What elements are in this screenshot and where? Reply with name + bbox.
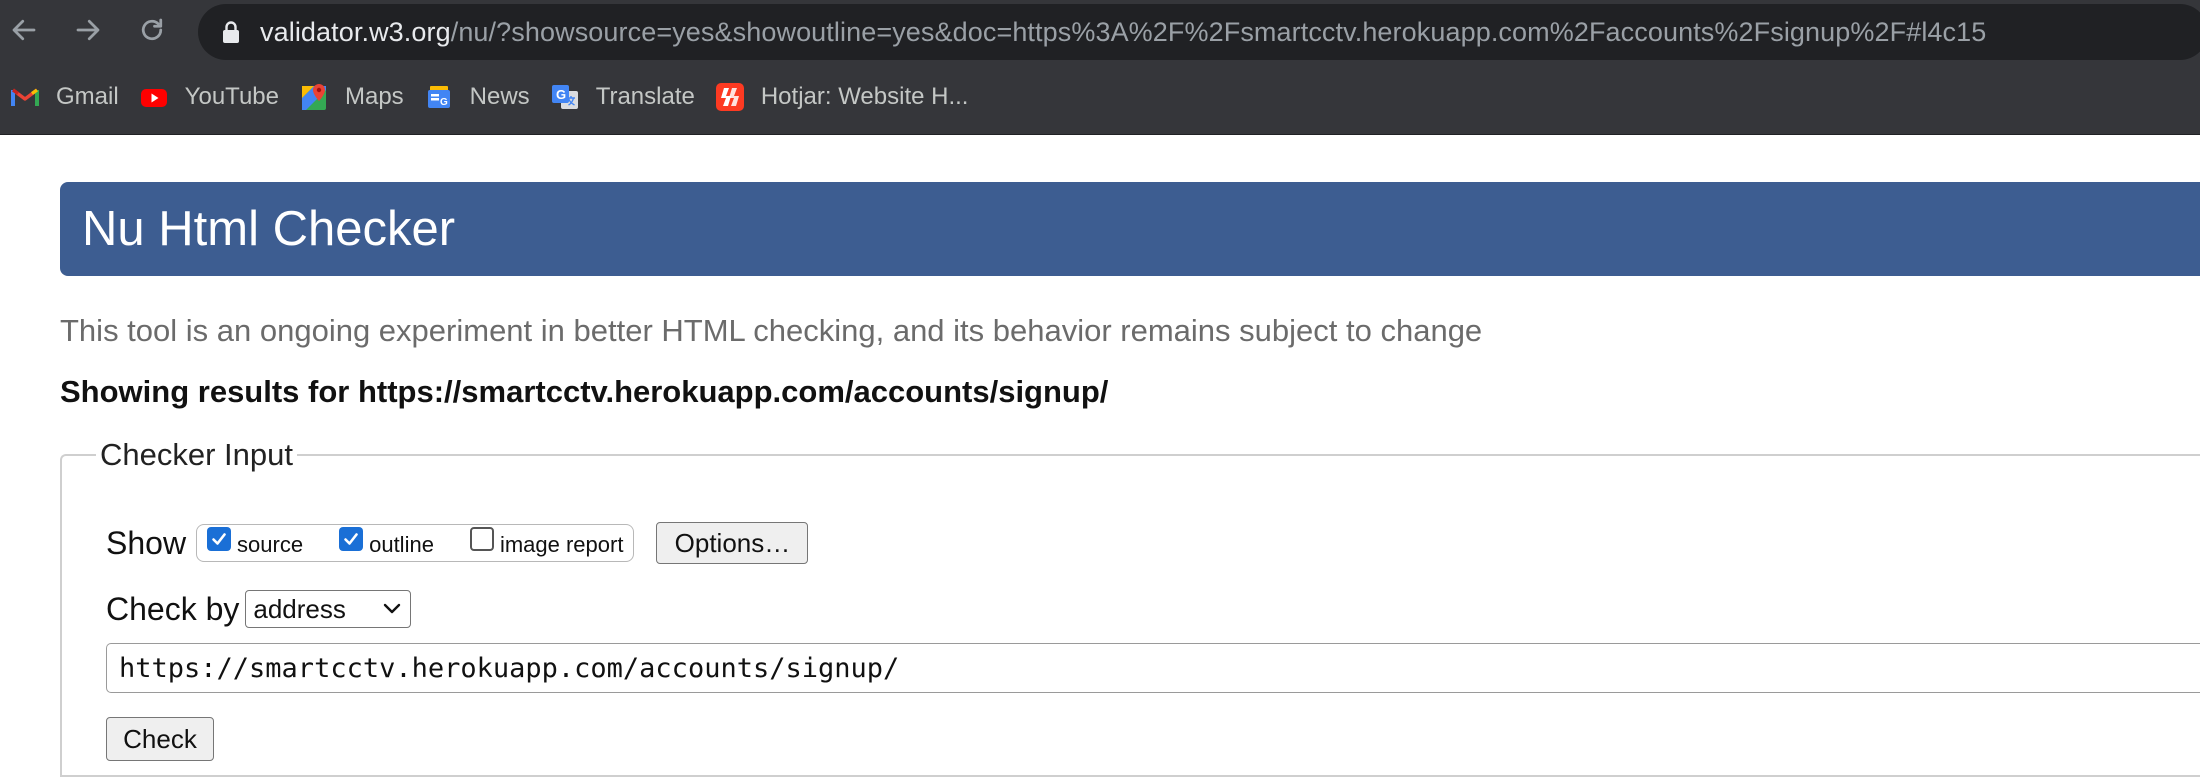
svg-text:G: G — [440, 97, 448, 108]
bookmark-label: Hotjar: Website H... — [760, 83, 969, 110]
check-by-label: Check by — [106, 590, 240, 627]
checkmark-icon — [212, 533, 226, 545]
reload-icon — [137, 15, 167, 50]
bookmark-label: Maps — [344, 83, 404, 110]
arrow-right-icon — [73, 15, 103, 50]
outline-checkbox[interactable] — [339, 527, 364, 551]
show-options-group: source outline image report — [196, 524, 635, 562]
options-button[interactable]: Options… — [656, 522, 809, 564]
check-by-selected-value: address — [253, 593, 346, 624]
bookmarks-bar: Gmail YouTube Maps G News G Translate Ho… — [0, 74, 978, 120]
checker-input-legend: Checker Input — [100, 437, 293, 472]
bookmark-gmail[interactable]: Gmail — [0, 74, 129, 120]
bookmark-maps[interactable]: Maps — [289, 74, 414, 120]
bookmark-news[interactable]: G News — [414, 74, 540, 120]
image-report-option-label: image report — [499, 532, 624, 557]
show-outline-option[interactable]: outline — [339, 527, 434, 557]
results-heading: Showing results for https://smartcctv.he… — [60, 374, 1109, 409]
youtube-icon — [139, 82, 169, 112]
browser-chrome: validator.w3.org/nu/?showsource=yes&show… — [0, 0, 2200, 135]
source-option-label: source — [237, 532, 304, 557]
back-button[interactable] — [2, 10, 46, 54]
arrow-left-icon — [9, 15, 39, 50]
gmail-icon — [10, 82, 40, 112]
address-bar[interactable]: validator.w3.org/nu/?showsource=yes&show… — [198, 4, 2200, 60]
reload-button[interactable] — [130, 10, 174, 54]
show-label: Show — [106, 524, 187, 561]
url-domain: validator.w3.org — [260, 16, 451, 47]
checkmark-icon — [344, 533, 358, 545]
checker-input-fieldset: Checker Input Show source outline image … — [60, 437, 2200, 777]
page-header-banner: Nu Html Checker — [60, 182, 2200, 276]
forward-button[interactable] — [66, 10, 110, 54]
bookmark-label: Translate — [595, 83, 695, 110]
bookmark-translate[interactable]: G Translate — [540, 74, 705, 120]
url-input[interactable] — [106, 643, 2200, 693]
bookmark-label: Gmail — [56, 83, 119, 110]
source-checkbox[interactable] — [207, 527, 232, 551]
page-title: Nu Html Checker — [82, 202, 456, 256]
maps-icon — [299, 82, 329, 112]
tagline: This tool is an ongoing experiment in be… — [60, 313, 1483, 348]
show-source-option[interactable]: source — [207, 527, 304, 557]
svg-text:G: G — [556, 87, 566, 102]
bookmark-hotjar[interactable]: Hotjar: Website H... — [705, 74, 979, 120]
image-report-checkbox[interactable] — [469, 527, 494, 551]
show-options-row: Show source outline image report Options… — [106, 521, 809, 565]
page-content: Nu Html Checker This tool is an ongoing … — [0, 135, 2200, 777]
lock-icon[interactable] — [220, 18, 242, 46]
hotjar-icon — [715, 82, 745, 112]
check-by-row: Check by address — [106, 589, 412, 629]
check-by-select[interactable]: address — [245, 590, 412, 628]
check-button[interactable]: Check — [106, 717, 214, 761]
address-bar-url: validator.w3.org/nu/?showsource=yes&show… — [260, 17, 1986, 48]
url-path: /nu/?showsource=yes&showoutline=yes&doc=… — [450, 16, 1987, 47]
chevron-down-icon — [382, 602, 402, 616]
bookmark-label: News — [469, 83, 530, 110]
outline-option-label: outline — [369, 532, 434, 557]
bookmark-label: YouTube — [184, 83, 279, 110]
news-icon: G — [424, 82, 454, 112]
translate-icon: G — [550, 82, 580, 112]
bookmark-youtube[interactable]: YouTube — [129, 74, 289, 120]
show-image-report-option[interactable]: image report — [469, 527, 624, 557]
